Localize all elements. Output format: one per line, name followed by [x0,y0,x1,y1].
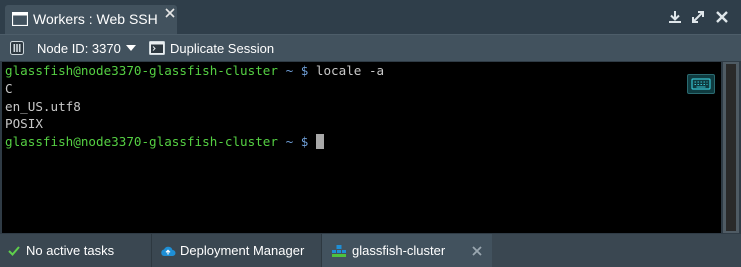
terminal-line: en_US.utf8 [5,98,81,114]
checkmark-icon [8,245,20,256]
terminal-line: glassfish@node3370-glassfish-cluster ~ $ [2,133,721,151]
terminal-cursor [315,134,324,150]
close-icon[interactable] [472,246,482,256]
node-selector[interactable]: Node ID: 3370 [10,35,136,61]
download-icon[interactable] [668,10,682,24]
tab-environment[interactable]: glassfish-cluster [321,234,492,267]
terminal-line: glassfish@node3370-glassfish-cluster ~ $… [5,63,385,78]
window-icon [12,12,28,26]
keyboard-button[interactable] [687,74,715,94]
duplicate-session-label: Duplicate Session [170,40,275,56]
terminal-line: C [5,80,13,96]
expand-icon[interactable] [691,10,705,24]
status-bar: No active tasks Deployment Manager glass… [0,234,741,267]
close-window-icon[interactable] [715,10,729,24]
ssh-toolbar: Node ID: 3370 Duplicate Session [0,34,741,61]
cloud-upload-icon [161,246,176,256]
node-icon [10,41,24,55]
scrollbar-thumb[interactable] [726,64,736,231]
terminal-scrollbar[interactable] [723,62,739,233]
tab-deployment-manager[interactable]: Deployment Manager [151,234,320,267]
terminal-icon [149,41,165,55]
node-id-label: Node ID: 3370 [37,40,121,56]
environment-icon [332,244,346,257]
window-tabbar: Workers : Web SSH [0,0,741,34]
tab-title: Workers : Web SSH [33,11,158,27]
close-icon[interactable] [164,7,176,19]
environment-label: glassfish-cluster [352,243,446,258]
deployment-manager-label: Deployment Manager [180,243,305,258]
tab-web-ssh[interactable]: Workers : Web SSH [5,5,177,34]
duplicate-session-button[interactable]: Duplicate Session [149,35,274,61]
chevron-down-icon[interactable] [125,45,136,51]
tasks-status[interactable]: No active tasks [0,234,150,267]
keyboard-icon [691,78,711,90]
terminal-line: POSIX [5,116,43,132]
tasks-label: No active tasks [26,243,115,258]
terminal-output[interactable]: glassfish@node3370-glassfish-cluster ~ $… [2,62,721,233]
